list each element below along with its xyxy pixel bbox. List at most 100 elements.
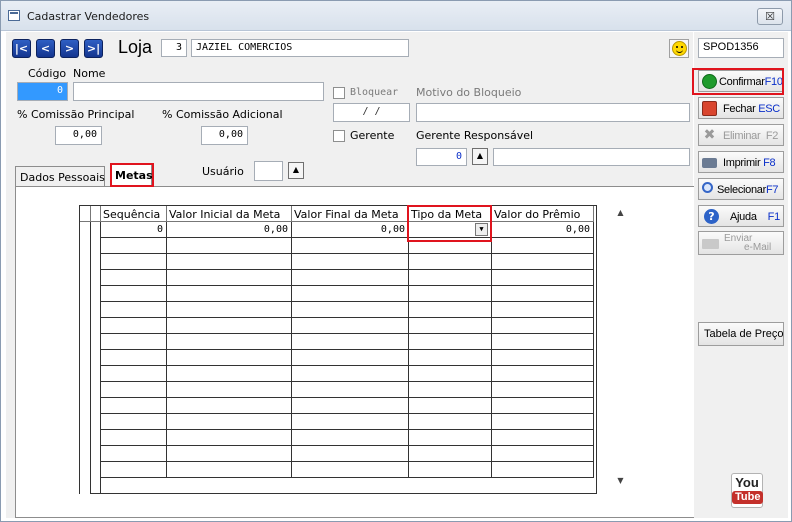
grid-empty-cell[interactable] <box>409 318 492 334</box>
grid-empty-cell[interactable] <box>409 254 492 270</box>
col-header-sequencia[interactable]: Sequência <box>101 206 167 222</box>
cell-sequencia[interactable]: 0 <box>101 222 167 238</box>
cell-valor-premio[interactable]: 0,00 <box>492 222 594 238</box>
loja-code-field[interactable]: 3 <box>161 39 187 57</box>
grid-empty-cell[interactable] <box>101 430 167 446</box>
status-smiley[interactable] <box>669 39 689 58</box>
comissao-principal-field[interactable]: 0,00 <box>55 126 102 145</box>
cell-valor-final[interactable]: 0,00 <box>292 222 409 238</box>
grid-empty-cell[interactable] <box>292 414 409 430</box>
grid-empty-cell[interactable] <box>492 238 594 254</box>
usuario-field[interactable] <box>254 161 283 181</box>
grid-empty-cell[interactable] <box>409 302 492 318</box>
grid-empty-cell[interactable] <box>292 350 409 366</box>
youtube-button[interactable]: You Tube <box>731 473 764 508</box>
grid-empty-cell[interactable] <box>409 382 492 398</box>
close-button[interactable]: ☒ <box>757 8 783 25</box>
grid-empty-cell[interactable] <box>167 254 292 270</box>
tab-metas[interactable]: Metas <box>110 164 153 187</box>
confirmar-button[interactable]: ConfirmarF10 <box>698 70 784 92</box>
grid-empty-cell[interactable] <box>292 446 409 462</box>
grid-empty-cell[interactable] <box>292 398 409 414</box>
grid-scroll-up-icon[interactable]: ▲ <box>612 208 629 222</box>
grid-empty-cell[interactable] <box>101 382 167 398</box>
gerente-code-field[interactable]: 0 <box>416 148 467 166</box>
tipo-meta-dropdown-button[interactable]: ▼ <box>475 223 488 236</box>
grid-empty-cell[interactable] <box>292 238 409 254</box>
loja-name-field[interactable]: JAZIEL COMERCIOS <box>191 39 409 57</box>
comissao-adicional-field[interactable]: 0,00 <box>201 126 248 145</box>
nome-field[interactable] <box>73 82 324 101</box>
cell-tipo-meta[interactable]: ▼ <box>409 222 492 238</box>
usuario-lookup-button[interactable]: ▲ <box>288 162 304 179</box>
grid-empty-cell[interactable] <box>101 270 167 286</box>
grid-empty-cell[interactable] <box>292 318 409 334</box>
gerente-lookup-button[interactable]: ▲ <box>472 148 488 165</box>
grid-empty-cell[interactable] <box>101 334 167 350</box>
grid-empty-cell[interactable] <box>101 398 167 414</box>
imprimir-button[interactable]: Imprimir F8 <box>698 151 784 173</box>
metas-grid[interactable]: Sequência Valor Inicial da Meta Valor Fi… <box>79 205 624 494</box>
grid-empty-cell[interactable] <box>492 430 594 446</box>
cell-valor-inicial[interactable]: 0,00 <box>167 222 292 238</box>
grid-empty-cell[interactable] <box>167 286 292 302</box>
grid-empty-cell[interactable] <box>167 446 292 462</box>
grid-empty-cell[interactable] <box>167 270 292 286</box>
grid-empty-cell[interactable] <box>101 302 167 318</box>
grid-empty-cell[interactable] <box>292 302 409 318</box>
bloquear-date-field[interactable]: / / <box>333 103 410 122</box>
col-header-valor-inicial[interactable]: Valor Inicial da Meta <box>167 206 292 222</box>
grid-empty-cell[interactable] <box>101 286 167 302</box>
grid-empty-cell[interactable] <box>167 462 292 478</box>
grid-empty-cell[interactable] <box>409 430 492 446</box>
codigo-field[interactable]: 0 <box>17 82 68 101</box>
grid-empty-cell[interactable] <box>292 462 409 478</box>
grid-empty-cell[interactable] <box>167 302 292 318</box>
grid-empty-cell[interactable] <box>292 270 409 286</box>
grid-empty-cell[interactable] <box>409 414 492 430</box>
grid-empty-cell[interactable] <box>167 430 292 446</box>
grid-empty-cell[interactable] <box>167 318 292 334</box>
eliminar-button[interactable]: ✖ Eliminar F2 <box>698 124 784 146</box>
grid-empty-cell[interactable] <box>167 366 292 382</box>
first-record-button[interactable]: |< <box>12 39 31 58</box>
grid-empty-cell[interactable] <box>409 398 492 414</box>
grid-empty-cell[interactable] <box>292 366 409 382</box>
grid-empty-cell[interactable] <box>409 350 492 366</box>
grid-empty-cell[interactable] <box>409 462 492 478</box>
grid-empty-cell[interactable] <box>492 414 594 430</box>
grid-empty-cell[interactable] <box>492 366 594 382</box>
fechar-button[interactable]: Fechar ESC <box>698 97 784 119</box>
grid-empty-cell[interactable] <box>167 414 292 430</box>
grid-empty-cell[interactable] <box>101 414 167 430</box>
tabela-preco-button[interactable]: Tabela de Preço <box>698 322 784 346</box>
gerente-name-field[interactable] <box>493 148 690 166</box>
grid-empty-cell[interactable] <box>492 270 594 286</box>
grid-empty-cell[interactable] <box>492 302 594 318</box>
grid-empty-cell[interactable] <box>101 318 167 334</box>
grid-empty-cell[interactable] <box>292 382 409 398</box>
grid-empty-cell[interactable] <box>292 286 409 302</box>
motivo-field[interactable] <box>416 103 690 122</box>
selecionar-button[interactable]: SelecionarF7 <box>698 178 784 200</box>
grid-empty-cell[interactable] <box>492 446 594 462</box>
grid-empty-cell[interactable] <box>492 350 594 366</box>
grid-scroll-down-icon[interactable]: ▼ <box>612 476 629 490</box>
grid-empty-cell[interactable] <box>167 398 292 414</box>
last-record-button[interactable]: >| <box>84 39 103 58</box>
col-header-tipo-meta[interactable]: Tipo da Meta <box>409 206 492 222</box>
grid-empty-cell[interactable] <box>492 254 594 270</box>
grid-empty-cell[interactable] <box>492 334 594 350</box>
col-header-valor-premio[interactable]: Valor do Prêmio <box>492 206 594 222</box>
grid-empty-cell[interactable] <box>409 334 492 350</box>
grid-empty-cell[interactable] <box>101 462 167 478</box>
grid-empty-cell[interactable] <box>167 334 292 350</box>
previous-record-button[interactable]: < <box>36 39 55 58</box>
grid-empty-cell[interactable] <box>409 270 492 286</box>
grid-empty-cell[interactable] <box>409 286 492 302</box>
grid-empty-cell[interactable] <box>492 462 594 478</box>
ajuda-button[interactable]: ? Ajuda F1 <box>698 205 784 227</box>
grid-empty-cell[interactable] <box>101 366 167 382</box>
grid-empty-cell[interactable] <box>492 382 594 398</box>
gerente-checkbox[interactable] <box>333 130 345 142</box>
